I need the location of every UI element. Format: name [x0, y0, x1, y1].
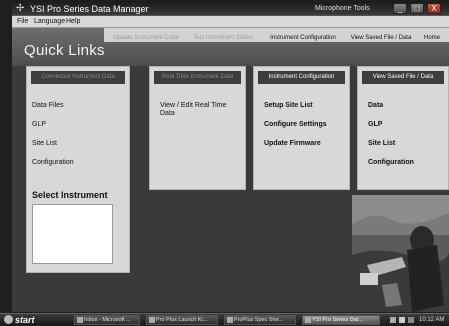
taskbar-item-label: Inbox - Microsoft ...	[84, 317, 131, 323]
link-saved-configuration[interactable]: Configuration	[368, 159, 414, 167]
header: Update Instrument Code Test Instrument S…	[12, 28, 449, 66]
link-saved-site-list[interactable]: Site List	[368, 140, 395, 148]
close-button[interactable]: X	[427, 3, 441, 14]
link-view-edit-real-time[interactable]: View / Edit Real Time Data	[160, 102, 232, 118]
battery-icon[interactable]	[408, 317, 414, 323]
start-button[interactable]: start	[3, 314, 53, 326]
panel-view-saved: View Saved File / Data Data GLP Site Lis…	[357, 66, 449, 190]
link-configuration[interactable]: Configuration	[32, 159, 74, 167]
title-bar: ✢ YSI Pro Series Data Manager Microphone…	[12, 2, 449, 16]
taskbar-item-launch-kit[interactable]: Pro Plus Launch Ki...	[146, 315, 218, 325]
taskbar-item-label: ProPlus Spec She...	[234, 317, 284, 323]
tab-instrument-configuration[interactable]: Instrument Configuration	[263, 33, 343, 43]
taskbar-item-spec-sheet[interactable]: ProPlus Spec She...	[224, 315, 296, 325]
panel-connected-instrument: Connected Instrument Data Data Files GLP…	[26, 66, 130, 273]
link-glp[interactable]: GLP	[32, 121, 46, 129]
instrument-list[interactable]	[32, 204, 113, 264]
link-saved-glp[interactable]: GLP	[368, 121, 382, 129]
tab-home[interactable]: Home	[419, 33, 445, 43]
link-data-files[interactable]: Data Files	[32, 102, 64, 110]
network-icon[interactable]	[390, 317, 396, 323]
volume-icon[interactable]	[399, 317, 405, 323]
menu-bar: File Language Help	[12, 16, 449, 28]
page-title: Quick Links	[24, 42, 105, 59]
menu-language[interactable]: Language	[34, 17, 65, 27]
panel-instrument-configuration: Instrument Configuration Setup Site List…	[253, 66, 350, 190]
link-site-list[interactable]: Site List	[32, 140, 57, 148]
select-instrument-label: Select Instrument	[32, 190, 108, 200]
tab-view-saved-file[interactable]: View Saved File / Data	[345, 33, 417, 43]
maximize-button[interactable]: □	[410, 3, 424, 14]
link-setup-site-list[interactable]: Setup Site List	[264, 102, 313, 110]
mail-icon	[77, 317, 83, 323]
start-label: start	[15, 315, 35, 325]
panel-heading: Real Time Instrument Data	[154, 71, 241, 84]
field-photo-image	[352, 195, 449, 312]
clock[interactable]: 10:12 AM	[419, 314, 444, 326]
taskbar-item-label: YSI Pro Series Dat...	[312, 317, 363, 323]
link-configure-settings[interactable]: Configure Settings	[264, 121, 327, 129]
link-update-firmware[interactable]: Update Firmware	[264, 140, 321, 148]
app-icon	[305, 317, 311, 323]
app-icon: ✢	[16, 3, 25, 14]
menu-file[interactable]: File	[17, 17, 28, 27]
window-title: YSI Pro Series Data Manager	[30, 4, 149, 14]
panel-heading: Connected Instrument Data	[31, 71, 125, 84]
panel-real-time-data: Real Time Instrument Data View / Edit Re…	[149, 66, 246, 190]
minimize-button[interactable]: _	[393, 3, 407, 14]
taskbar-item-inbox[interactable]: Inbox - Microsoft ...	[74, 315, 140, 325]
menu-help[interactable]: Help	[66, 17, 80, 27]
tab-update-instrument-code[interactable]: Update Instrument Code	[108, 33, 184, 43]
link-saved-data[interactable]: Data	[368, 102, 383, 110]
taskbar: start Inbox - Microsoft ... Pro Plus Lau…	[0, 313, 449, 325]
panel-heading: View Saved File / Data	[362, 71, 444, 84]
panel-heading: Instrument Configuration	[258, 71, 345, 84]
windows-logo-icon	[4, 315, 13, 324]
tab-test-instrument-status[interactable]: Test Instrument Status	[186, 33, 260, 43]
tray-label: Microphone Tools	[315, 5, 370, 12]
system-tray: 10:12 AM	[386, 314, 449, 326]
app-window: ✢ YSI Pro Series Data Manager Microphone…	[12, 2, 449, 312]
field-photo	[352, 195, 449, 312]
taskbar-item-label: Pro Plus Launch Ki...	[156, 317, 208, 323]
document-icon	[149, 317, 155, 323]
taskbar-item-ysi[interactable]: YSI Pro Series Dat...	[302, 315, 380, 325]
document-icon	[227, 317, 233, 323]
